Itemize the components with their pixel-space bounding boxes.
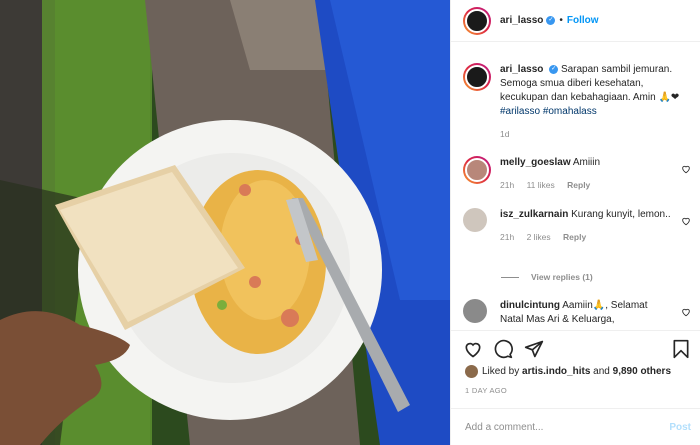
liked-by-user[interactable]: artis.indo_hits [522, 366, 590, 377]
post-photo [0, 0, 450, 445]
comment-time: 21h [500, 232, 515, 242]
caption: ari_lasso ✓ Sarapan sambil jemuran. Semo… [463, 63, 691, 141]
header-username[interactable]: ari_lasso [500, 15, 543, 26]
verified-icon: ✓ [546, 16, 556, 25]
add-comment-bar: Add a comment... Post [451, 408, 700, 445]
comments-list[interactable]: ari_lasso ✓ Sarapan sambil jemuran. Semo… [451, 52, 700, 330]
hashtag-link[interactable]: #arilasso [500, 106, 540, 117]
post-header: ari_lasso ✓ • Follow [451, 0, 700, 42]
avatar[interactable] [463, 156, 491, 184]
likes-count[interactable]: 9,890 others [613, 366, 671, 377]
follow-button[interactable]: Follow [567, 15, 599, 26]
like-comment-heart-icon[interactable] [681, 164, 691, 174]
comment-item: dinulcintung Aamiin🙏, Selamat Natal Mas … [463, 299, 691, 327]
avatar[interactable] [463, 63, 491, 91]
comment-likes[interactable]: 2 likes [527, 232, 551, 242]
breakfast-photo [0, 0, 450, 445]
hashtag-link[interactable]: #omahalass [543, 106, 597, 117]
post-side-panel: ari_lasso ✓ • Follow ari_lasso ✓ Sarapan… [450, 0, 700, 445]
avatar[interactable] [465, 365, 478, 378]
comment-text: Kurang kunyit, lemon.. [571, 209, 671, 220]
avatar[interactable] [463, 208, 487, 232]
verified-icon: ✓ [549, 64, 559, 74]
view-replies-button[interactable]: View replies (1) [501, 272, 593, 282]
comment-username[interactable]: dinulcintung [500, 300, 560, 311]
comment-text: Amiiin [572, 157, 601, 168]
reply-button[interactable]: Reply [563, 232, 586, 242]
share-icon[interactable] [524, 339, 544, 359]
bookmark-icon[interactable] [671, 339, 691, 359]
avatar[interactable] [463, 6, 491, 35]
post-timestamp: 1 DAY AGO [465, 386, 508, 395]
comment-time: 21h [500, 180, 515, 190]
heart-icon[interactable] [463, 339, 483, 359]
reply-button[interactable]: Reply [567, 180, 590, 190]
separator-dot: • [559, 15, 563, 26]
comment-username[interactable]: isz_zulkarnain [500, 209, 568, 220]
likes-summary: Liked by artis.indo_hits and 9,890 other… [465, 365, 671, 378]
post-button[interactable]: Post [669, 422, 691, 433]
comment-username[interactable]: melly_goeslaw [500, 157, 571, 168]
comment-item: melly_goeslaw Amiiin 21h 11 likes Reply [463, 156, 691, 192]
likes-prefix: Liked by [482, 366, 520, 377]
post-actions: Liked by artis.indo_hits and 9,890 other… [451, 330, 700, 445]
avatar[interactable] [463, 299, 487, 323]
like-comment-heart-icon[interactable] [681, 216, 691, 226]
caption-time: 1d [500, 129, 510, 139]
caption-username[interactable]: ari_lasso [500, 64, 543, 75]
comment-likes[interactable]: 11 likes [527, 180, 555, 190]
comment-item: isz_zulkarnain Kurang kunyit, lemon.. 21… [463, 208, 691, 244]
comment-input[interactable]: Add a comment... [465, 422, 543, 433]
like-comment-heart-icon[interactable] [681, 307, 691, 317]
comment-icon[interactable] [493, 339, 513, 359]
likes-and: and [593, 366, 610, 377]
